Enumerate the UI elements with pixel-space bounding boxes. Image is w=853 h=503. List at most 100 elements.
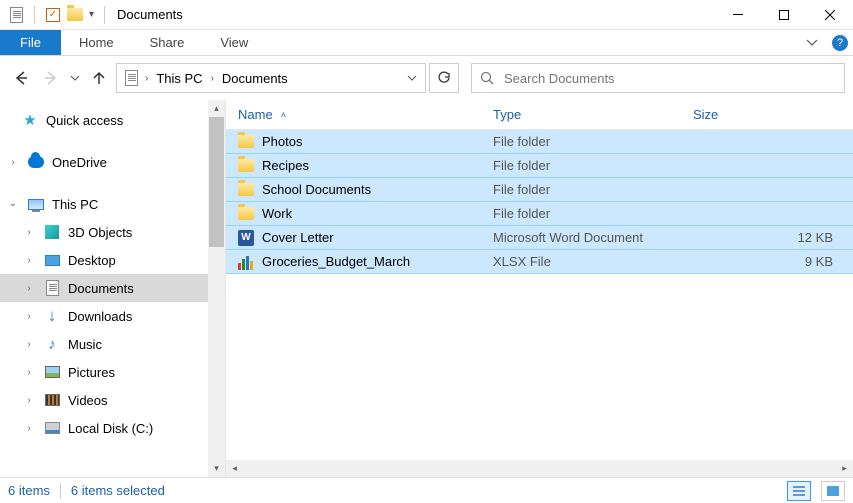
ribbon: File Home Share View ? <box>0 30 853 56</box>
refresh-button[interactable] <box>429 63 459 93</box>
file-row[interactable]: WorkFile folder <box>226 202 853 226</box>
file-row[interactable]: Groceries_Budget_March XLSX File9 KB <box>226 250 853 274</box>
file-row[interactable]: PhotosFile folder <box>226 130 853 154</box>
file-size: 9 KB <box>693 254 853 269</box>
breadcrumb-this-pc[interactable]: This PC <box>154 71 204 86</box>
nav-item-local-disk-c-[interactable]: › Local Disk (C:) <box>0 414 225 442</box>
search-input[interactable] <box>504 71 836 86</box>
ribbon-collapse-icon[interactable] <box>797 30 827 55</box>
folder-icon <box>238 158 254 174</box>
file-row[interactable]: School DocumentsFile folder <box>226 178 853 202</box>
music-icon: ♪ <box>44 336 60 352</box>
file-tab[interactable]: File <box>0 30 61 55</box>
chevron-right-icon[interactable]: › <box>24 395 34 406</box>
scroll-thumb[interactable] <box>209 117 224 247</box>
video-icon <box>44 392 60 408</box>
qat-dropdown-icon[interactable]: ▾ <box>89 9 94 20</box>
back-button[interactable] <box>8 65 34 91</box>
chevron-right-icon[interactable]: › <box>24 367 34 378</box>
nav-scrollbar[interactable]: ▴ ▾ <box>208 100 225 477</box>
tab-home[interactable]: Home <box>61 30 132 55</box>
details-view-button[interactable] <box>787 481 811 501</box>
file-row[interactable]: WCover LetterMicrosoft Word Document12 K… <box>226 226 853 250</box>
scroll-down-icon[interactable]: ▾ <box>208 460 225 477</box>
navigation-pane[interactable]: ★ Quick access › OneDrive ⌄ This PC › 3D … <box>0 100 226 477</box>
nav-this-pc[interactable]: ⌄ This PC <box>0 190 225 218</box>
scroll-up-icon[interactable]: ▴ <box>208 100 225 117</box>
nav-onedrive[interactable]: › OneDrive <box>0 148 225 176</box>
navigation-bar: › This PC › Documents <box>0 56 853 100</box>
file-name: Cover Letter <box>262 230 334 245</box>
chevron-right-icon[interactable]: › <box>211 73 214 84</box>
search-box[interactable] <box>471 63 845 93</box>
folder-icon <box>238 134 254 150</box>
nav-label: OneDrive <box>52 155 107 170</box>
help-button[interactable]: ? <box>827 30 853 55</box>
nav-item-pictures[interactable]: ›Pictures <box>0 358 225 386</box>
desktop-icon <box>44 252 60 268</box>
folder-icon <box>238 182 254 198</box>
scroll-right-icon[interactable]: ▸ <box>836 463 853 474</box>
status-selected-count: 6 items selected <box>71 483 165 498</box>
file-type: File folder <box>493 134 693 149</box>
cloud-icon <box>28 154 44 170</box>
address-bar[interactable]: › This PC › Documents <box>116 63 426 93</box>
nav-label: This PC <box>52 197 98 212</box>
file-name: Groceries_Budget_March <box>262 254 410 269</box>
minimize-button[interactable] <box>715 0 761 30</box>
scroll-left-icon[interactable]: ◂ <box>226 463 243 474</box>
nav-item-label: 3D Objects <box>68 225 132 240</box>
file-type: XLSX File <box>493 254 693 269</box>
doc-icon <box>44 280 60 296</box>
nav-item-downloads[interactable]: ›↓Downloads <box>0 302 225 330</box>
nav-item-3d-objects[interactable]: › 3D Objects <box>0 218 225 246</box>
file-name: School Documents <box>262 182 371 197</box>
chevron-right-icon[interactable]: › <box>24 283 34 294</box>
chevron-right-icon[interactable]: › <box>145 73 148 84</box>
title-bar: ✓ ▾ Documents <box>0 0 853 30</box>
pictures-icon <box>44 364 60 380</box>
help-icon: ? <box>832 35 848 51</box>
file-list[interactable]: PhotosFile folderRecipesFile folderSchoo… <box>226 130 853 460</box>
nav-item-videos[interactable]: ›Videos <box>0 386 225 414</box>
status-bar: 6 items 6 items selected <box>0 477 853 503</box>
horizontal-scrollbar[interactable]: ◂ ▸ <box>226 460 853 477</box>
nav-item-documents[interactable]: › Documents <box>0 274 225 302</box>
column-size[interactable]: Size <box>693 107 853 122</box>
chevron-down-icon[interactable]: ⌄ <box>8 198 18 209</box>
chevron-right-icon[interactable]: › <box>24 311 34 322</box>
properties-checked-icon[interactable]: ✓ <box>45 7 61 23</box>
nav-item-label: Downloads <box>68 309 132 324</box>
recent-locations-button[interactable] <box>68 65 82 91</box>
chevron-right-icon[interactable]: › <box>24 339 34 350</box>
address-dropdown-icon[interactable] <box>403 75 421 81</box>
column-type[interactable]: Type <box>493 107 693 122</box>
nav-quick-access[interactable]: ★ Quick access <box>0 106 225 134</box>
chevron-right-icon[interactable]: › <box>8 157 18 168</box>
nav-item-desktop[interactable]: › Desktop <box>0 246 225 274</box>
nav-item-label: Music <box>68 337 102 352</box>
file-type: Microsoft Word Document <box>493 230 693 245</box>
close-button[interactable] <box>807 0 853 30</box>
chevron-right-icon[interactable]: › <box>24 255 34 266</box>
large-icons-view-button[interactable] <box>821 481 845 501</box>
column-name[interactable]: Name ˄ <box>238 107 493 122</box>
nav-item-label: Documents <box>68 281 134 296</box>
quick-access-toolbar: ✓ ▾ <box>0 6 109 24</box>
nav-item-label: Desktop <box>68 253 116 268</box>
content-pane: Name ˄ Type Size PhotosFile folderRecipe… <box>226 100 853 477</box>
up-button[interactable] <box>86 65 112 91</box>
tab-view[interactable]: View <box>202 30 266 55</box>
breadcrumb-documents[interactable]: Documents <box>220 71 290 86</box>
chevron-right-icon[interactable]: › <box>24 423 34 434</box>
xlsx-icon <box>238 254 254 270</box>
nav-item-music[interactable]: › ♪ Music <box>0 330 225 358</box>
nav-item-label: Local Disk (C:) <box>68 421 153 436</box>
forward-button[interactable] <box>38 65 64 91</box>
folder-icon[interactable] <box>67 7 83 23</box>
file-row[interactable]: RecipesFile folder <box>226 154 853 178</box>
maximize-button[interactable] <box>761 0 807 30</box>
tab-share[interactable]: Share <box>132 30 203 55</box>
chevron-right-icon[interactable]: › <box>24 227 34 238</box>
window-title: Documents <box>117 7 183 22</box>
